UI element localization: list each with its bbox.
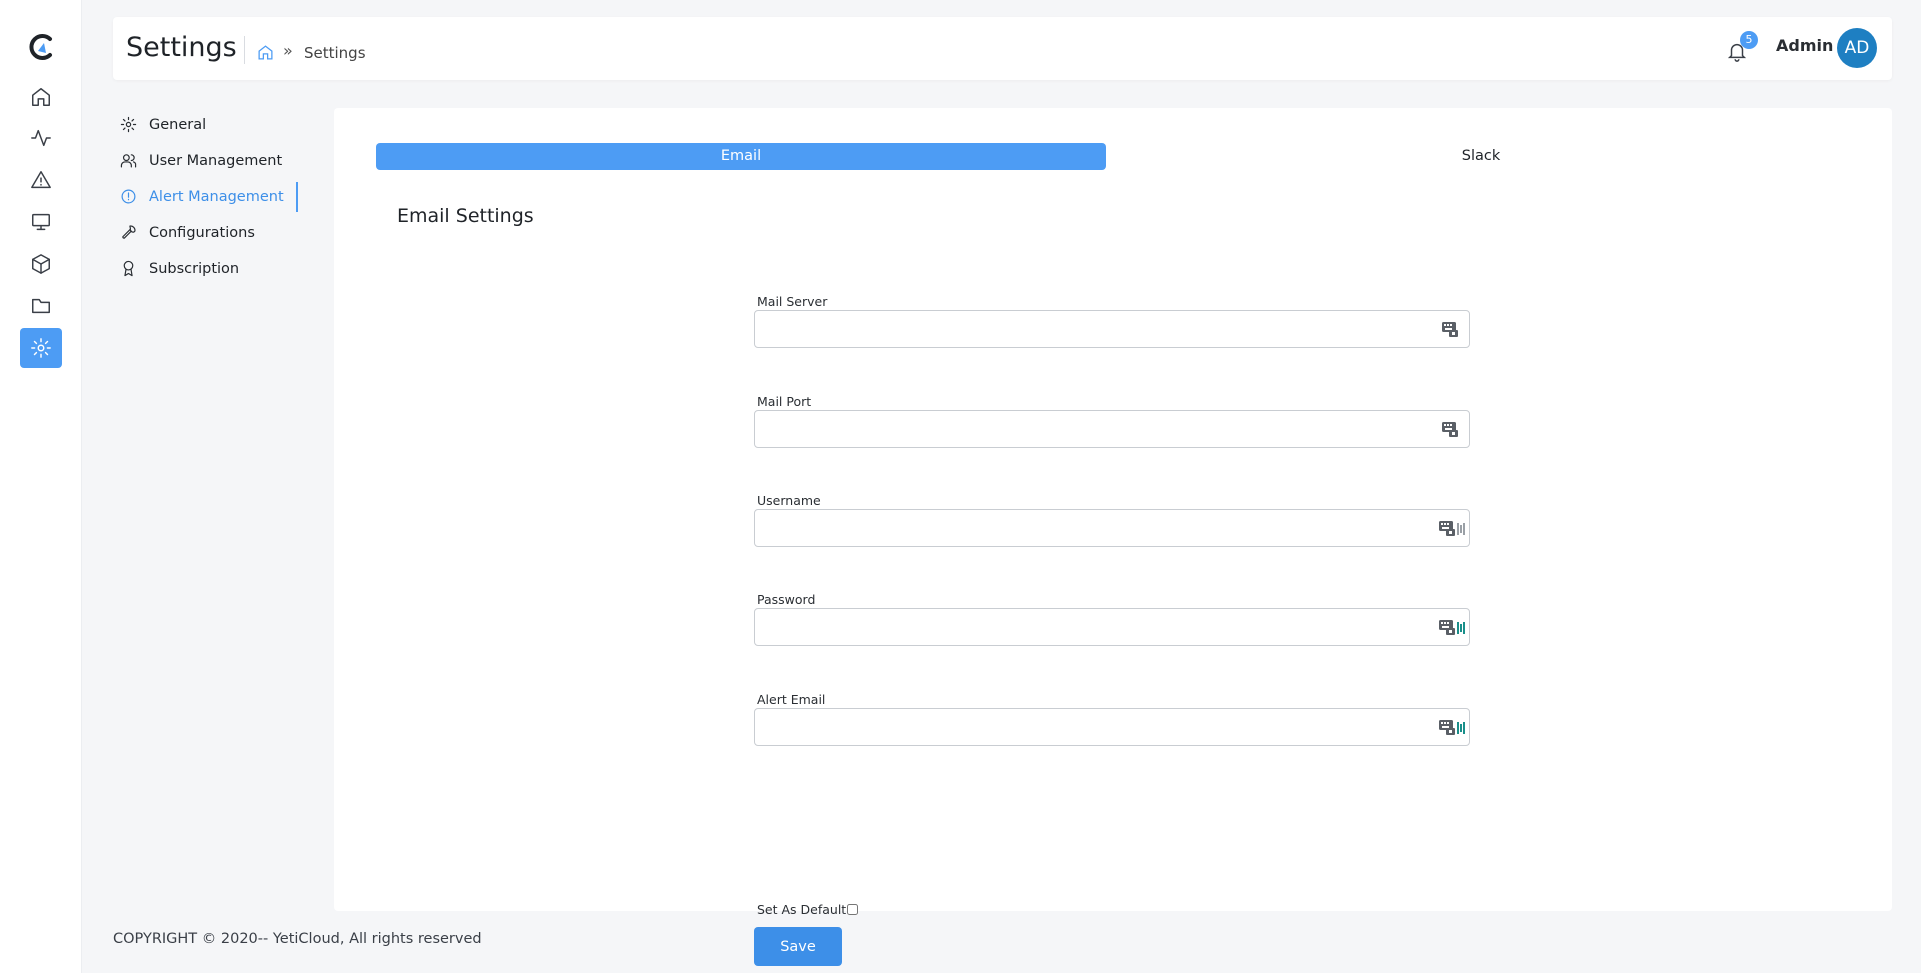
set-default-row[interactable]: Set As Default: [757, 902, 859, 917]
subnav-item-user-management[interactable]: User Management: [113, 146, 298, 176]
rail-monitor-button[interactable]: [20, 202, 62, 242]
username-label: Username: [757, 493, 821, 508]
keyboard-autofill-icon[interactable]: [1441, 421, 1459, 438]
mail-server-input[interactable]: [755, 311, 1469, 347]
breadcrumb-current: Settings: [304, 44, 366, 62]
rail-home-button[interactable]: [20, 77, 62, 117]
rail-box-button[interactable]: [20, 244, 62, 284]
password-field: Password: [754, 592, 1470, 646]
password-input-wrapper: [754, 608, 1470, 646]
subnav-item-label: General: [149, 117, 207, 133]
top-header: Settings » Settings 5 Admin AD: [113, 17, 1892, 80]
active-indicator: [296, 182, 298, 212]
subnav-item-alert-management[interactable]: Alert Management: [113, 182, 298, 212]
avatar[interactable]: AD: [1837, 28, 1877, 68]
alert-email-field: Alert Email: [754, 692, 1470, 746]
subnav-item-label: User Management: [149, 153, 283, 169]
mail-port-label: Mail Port: [757, 394, 812, 409]
alert-email-label: Alert Email: [757, 692, 826, 707]
mail-server-input-wrapper: [754, 310, 1470, 348]
settings-tabs: Email Slack: [376, 143, 1852, 170]
wrench-icon: [120, 224, 138, 242]
subnav-item-configurations[interactable]: Configurations: [113, 218, 298, 248]
left-rail: [0, 0, 82, 973]
alert-triangle-icon: [31, 171, 51, 189]
subnav-item-subscription[interactable]: Subscription: [113, 254, 298, 284]
settings-icon: [31, 338, 51, 358]
subnav-item-general[interactable]: General: [113, 110, 298, 140]
award-icon: [120, 260, 138, 278]
set-default-label: Set As Default: [757, 902, 847, 917]
password-label: Password: [757, 592, 816, 607]
rail-alerts-button[interactable]: [20, 160, 62, 200]
page-title: Settings: [126, 32, 237, 63]
alert-email-input-wrapper: [754, 708, 1470, 746]
username-field: Username: [754, 493, 1470, 547]
tab-slack[interactable]: Slack: [1116, 143, 1846, 170]
breadcrumb-home-icon[interactable]: [257, 44, 274, 61]
password-manager-icon[interactable]: [1438, 619, 1466, 636]
alert-circle-icon: [120, 188, 138, 206]
notification-badge: 5: [1740, 31, 1758, 49]
username-input[interactable]: [755, 510, 1469, 546]
user-name[interactable]: Admin: [1776, 36, 1833, 55]
breadcrumb-separator: »: [283, 41, 293, 60]
activity-icon: [31, 129, 51, 147]
subnav-item-label: Subscription: [149, 261, 240, 277]
mail-server-label: Mail Server: [757, 294, 828, 309]
tab-email[interactable]: Email: [376, 143, 1106, 170]
home-icon: [32, 88, 50, 106]
mail-port-input[interactable]: [755, 411, 1469, 447]
settings-subnav: General User Management Alert Management…: [113, 110, 298, 290]
app-logo-icon[interactable]: [26, 32, 56, 62]
password-input[interactable]: [755, 609, 1469, 645]
keyboard-autofill-icon[interactable]: [1441, 321, 1459, 338]
set-default-checkbox[interactable]: [847, 904, 859, 915]
folder-icon: [32, 298, 50, 314]
mail-port-field: Mail Port: [754, 394, 1470, 448]
users-icon: [120, 152, 138, 170]
username-input-wrapper: [754, 509, 1470, 547]
box-icon: [32, 254, 50, 274]
footer-copyright: COPYRIGHT © 2020-- YetiCloud, All rights…: [113, 931, 482, 947]
settings-card: Email Slack Email Settings Mail Server M…: [334, 108, 1892, 966]
monitor-icon: [32, 213, 50, 231]
mail-server-field: Mail Server: [754, 294, 1470, 348]
rail-folder-button[interactable]: [20, 286, 62, 326]
mail-port-input-wrapper: [754, 410, 1470, 448]
alert-email-input[interactable]: [755, 709, 1469, 745]
rail-settings-button[interactable]: [20, 328, 62, 368]
rail-activity-button[interactable]: [20, 118, 62, 158]
subnav-item-label: Configurations: [149, 225, 255, 241]
save-button[interactable]: Save: [754, 927, 842, 966]
password-manager-icon[interactable]: [1438, 520, 1466, 537]
section-title: Email Settings: [397, 205, 534, 227]
gear-icon: [120, 116, 138, 134]
header-divider: [244, 36, 245, 64]
password-manager-icon[interactable]: [1438, 719, 1466, 736]
subnav-item-label: Alert Management: [149, 189, 284, 205]
